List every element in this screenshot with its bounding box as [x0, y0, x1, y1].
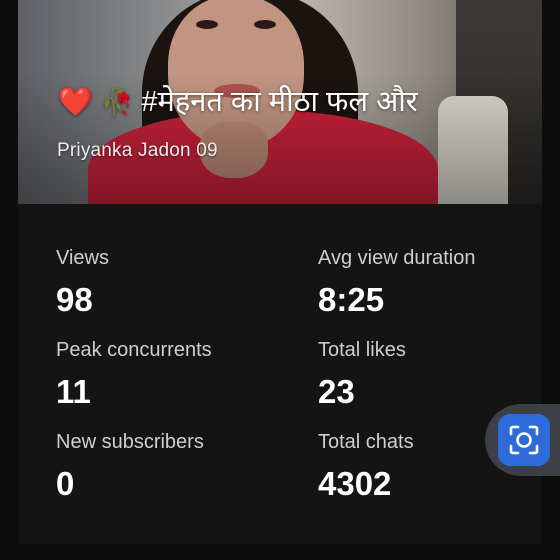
- video-thumbnail[interactable]: ❤️ 🥀 #मेहनत का मीठा फल और Priyanka Jadon…: [18, 0, 542, 204]
- floating-screenshot-tab: [485, 404, 560, 476]
- stat-value: 0: [56, 465, 75, 502]
- stat-label: Total chats: [318, 431, 414, 453]
- stat-value: 23: [318, 373, 355, 410]
- heart-emoji-icon: ❤️: [58, 86, 93, 117]
- stat-value: 8:25: [318, 281, 385, 318]
- stat-value: 4302: [318, 465, 392, 502]
- video-title-text: #मेहनत का मीठा फल और: [141, 86, 418, 118]
- stat-new-subscribers: New subscribers 0: [56, 430, 204, 504]
- screenshot-button[interactable]: [498, 414, 550, 466]
- stat-label: New subscribers: [56, 431, 204, 453]
- stat-total-chats: Total chats 4302: [318, 430, 414, 504]
- stat-label: Avg view duration: [318, 247, 476, 269]
- video-title: ❤️ 🥀 #मेहनत का मीठा फल और: [58, 82, 418, 122]
- stat-value: 11: [56, 373, 91, 410]
- stat-views: Views 98: [56, 246, 109, 320]
- stat-peak-concurrents: Peak concurrents 11: [56, 338, 212, 412]
- stat-total-likes: Total likes 23: [318, 338, 406, 412]
- stat-value: 98: [56, 281, 93, 318]
- stat-label: Peak concurrents: [56, 339, 212, 361]
- screenshot-capture-icon: [509, 425, 539, 455]
- wilted-rose-emoji-icon: 🥀: [100, 87, 134, 117]
- stream-stats-card: ❤️ 🥀 #मेहनत का मीठा फल और Priyanka Jadon…: [18, 0, 542, 544]
- stat-avg-view-duration: Avg view duration 8:25: [318, 246, 476, 320]
- channel-name: Priyanka Jadon 09: [57, 140, 218, 161]
- stat-label: Views: [56, 247, 109, 269]
- stat-label: Total likes: [318, 339, 406, 361]
